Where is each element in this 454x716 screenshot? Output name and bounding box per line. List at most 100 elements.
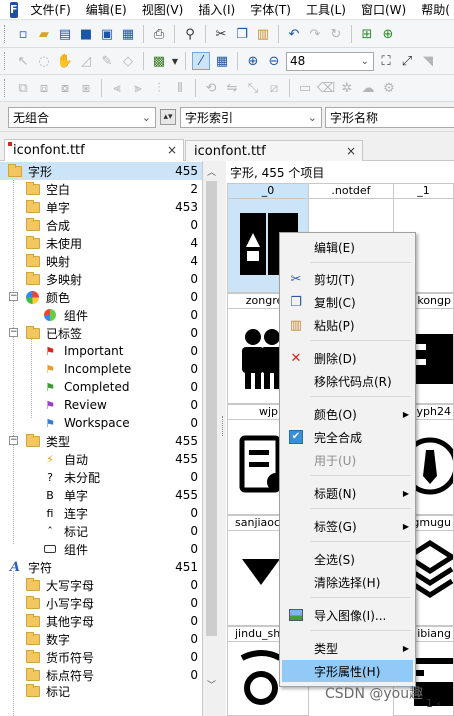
collapse-icon[interactable]: −: [9, 436, 18, 445]
tree-item-type[interactable]: − 类型 455: [0, 432, 202, 450]
menu-item-clear-selection[interactable]: 清除选择(H): [282, 571, 413, 593]
tree-item-tag-important[interactable]: ⚑ Important 0: [0, 342, 202, 360]
menu-insert[interactable]: 插入(I): [191, 0, 243, 20]
print-icon[interactable]: ⎙: [150, 25, 168, 43]
tree-scrollbar[interactable]: ︿ ﹀: [203, 161, 220, 716]
toolbar-grip[interactable]: [4, 79, 7, 97]
menu-item-tags[interactable]: 标签(G) ▶: [282, 515, 413, 537]
save-icon[interactable]: ■: [77, 25, 95, 43]
scrollbar-thumb[interactable]: [206, 181, 217, 636]
merge-icon[interactable]: ⧈: [35, 79, 53, 97]
tree-item-characters[interactable]: A 字符 451: [0, 558, 202, 576]
menu-item-cut[interactable]: ✂ 剪切(T): [282, 268, 413, 290]
menu-item-import-image[interactable]: 导入图像(I)...: [282, 604, 413, 626]
dropdown-arrow-icon[interactable]: ▼: [171, 52, 179, 70]
toolbar-grip[interactable]: [4, 52, 7, 70]
settings-icon[interactable]: ⚙: [380, 79, 398, 97]
zoom-out-icon[interactable]: ⊖: [265, 52, 283, 70]
tree-item-punctuation[interactable]: 标点符号 0: [0, 666, 202, 684]
flag-icon[interactable]: ◥: [419, 52, 437, 70]
tree-item-tag-completed[interactable]: ⚑ Completed 0: [0, 378, 202, 396]
tree-item-type-component[interactable]: 组件 0: [0, 540, 202, 558]
menu-item-edit[interactable]: 编辑(E): [282, 236, 413, 258]
rotate-icon[interactable]: ⟲: [202, 79, 220, 97]
align-left-icon[interactable]: ⫷: [108, 79, 126, 97]
tree-item-unused[interactable]: 未使用 4: [0, 234, 202, 252]
menu-item-remove-codepoint[interactable]: 移除代码点(R): [282, 370, 413, 392]
menu-help[interactable]: 帮助(: [414, 0, 454, 20]
refresh-icon[interactable]: ↻: [327, 25, 345, 43]
new-file-icon[interactable]: ▫: [14, 25, 32, 43]
lasso-icon[interactable]: ◌: [35, 52, 53, 70]
layer-icon[interactable]: ▭: [296, 79, 314, 97]
menu-item-use-for[interactable]: 用于(U): [282, 449, 413, 471]
tree-item-marks[interactable]: 标记: [0, 684, 202, 698]
tree-item-whitespace[interactable]: 空白 2: [0, 180, 202, 198]
menu-item-glyph-properties[interactable]: 字形属性(H): [282, 660, 413, 682]
tree-item-multi-mapped[interactable]: 多映射 0: [0, 270, 202, 288]
sort-icon[interactable]: ▴▾: [160, 109, 176, 125]
tree-item-type-auto[interactable]: ⚡ 自动 455: [0, 450, 202, 468]
tree-item-type-single[interactable]: B 单字 455: [0, 486, 202, 504]
tree-item-tagged[interactable]: − 已标签 0: [0, 324, 202, 342]
collapse-icon[interactable]: −: [9, 328, 18, 337]
align-right-icon[interactable]: ⫶: [150, 79, 168, 97]
menu-font[interactable]: 字体(T): [243, 0, 299, 20]
grid-icon[interactable]: ▦: [213, 52, 231, 70]
open-font-icon[interactable]: ▤: [56, 25, 74, 43]
find-icon[interactable]: ⚲: [181, 25, 199, 43]
menu-edit[interactable]: 编辑(E): [79, 0, 135, 20]
menu-item-type[interactable]: 类型 ▶: [282, 637, 413, 659]
menu-item-select-all[interactable]: 全选(S): [282, 548, 413, 570]
tree-item-currency[interactable]: 货币符号 0: [0, 648, 202, 666]
tab-iconfont-right[interactable]: iconfont.ttf ×: [185, 140, 363, 162]
pointer-icon[interactable]: ↖: [14, 52, 32, 70]
save-all-icon[interactable]: ▣: [98, 25, 116, 43]
combine-select[interactable]: 无组合 ⌄: [8, 107, 156, 128]
open-folder-icon[interactable]: ▰: [35, 25, 53, 43]
paste-icon[interactable]: ▥: [254, 25, 272, 43]
cloud-icon[interactable]: ☁: [359, 79, 377, 97]
menu-item-title[interactable]: 标题(N) ▶: [282, 482, 413, 504]
menu-tools[interactable]: 工具(L): [299, 0, 354, 20]
add-char-icon[interactable]: ⊕: [379, 25, 397, 43]
fit-icon[interactable]: ⛶: [377, 52, 395, 70]
distribute-icon[interactable]: ⫴: [171, 79, 189, 97]
menu-item-color[interactable]: 颜色(O) ▶: [282, 403, 413, 425]
menu-view[interactable]: 视图(V): [135, 0, 192, 20]
scale-icon[interactable]: ⤡: [244, 79, 262, 97]
glyph-name-select[interactable]: 字形名称: [325, 107, 454, 128]
tree-item-color[interactable]: − 颜色 0: [0, 288, 202, 306]
contour-icon[interactable]: ⧉: [14, 79, 32, 97]
cut-icon[interactable]: ✂: [212, 25, 230, 43]
glyph-size-select[interactable]: 48 ⌄: [286, 51, 374, 71]
zoom-in-icon[interactable]: ⊕: [244, 52, 262, 70]
collapse-icon[interactable]: −: [9, 292, 18, 301]
undo-icon[interactable]: ↶: [285, 25, 303, 43]
menu-item-delete[interactable]: ✕ 删除(D): [282, 347, 413, 369]
tree-item-type-mark[interactable]: ˆ 标记 0: [0, 522, 202, 540]
menu-window[interactable]: 窗口(W): [354, 0, 414, 20]
tree-item-single[interactable]: 单字 453: [0, 198, 202, 216]
tree-item-type-ligature[interactable]: ﬁ 连字 0: [0, 504, 202, 522]
tree-item-type-unassigned[interactable]: ? 未分配 0: [0, 468, 202, 486]
menu-item-full-composite[interactable]: ✔ 完全合成: [282, 426, 413, 448]
tree-item-uppercase[interactable]: 大写字母 0: [0, 576, 202, 594]
glyph-index-select[interactable]: 字形索引 ⌄: [180, 107, 322, 128]
add-glyph-icon[interactable]: ⊞: [358, 25, 376, 43]
tree-item-other-letters[interactable]: 其他字母 0: [0, 612, 202, 630]
hand-icon[interactable]: ✋: [56, 52, 74, 70]
menu-item-copy[interactable]: ❐ 复制(C): [282, 291, 413, 313]
menu-file[interactable]: 文件(F): [24, 0, 79, 20]
toolbar-grip[interactable]: [4, 25, 7, 43]
knife-icon[interactable]: ◇: [119, 52, 137, 70]
tree-item-mapped[interactable]: 映射 4: [0, 252, 202, 270]
tree-item-color-components[interactable]: 组件 0: [0, 306, 202, 324]
tree-item-digits[interactable]: 数字 0: [0, 630, 202, 648]
intersect-icon[interactable]: ⧇: [56, 79, 74, 97]
image-view-icon[interactable]: ▩: [150, 52, 168, 70]
pen-icon[interactable]: ✎: [98, 52, 116, 70]
align-center-icon[interactable]: ⫸: [129, 79, 147, 97]
close-icon[interactable]: ×: [346, 144, 356, 158]
scroll-down-icon[interactable]: ﹀: [207, 678, 216, 691]
